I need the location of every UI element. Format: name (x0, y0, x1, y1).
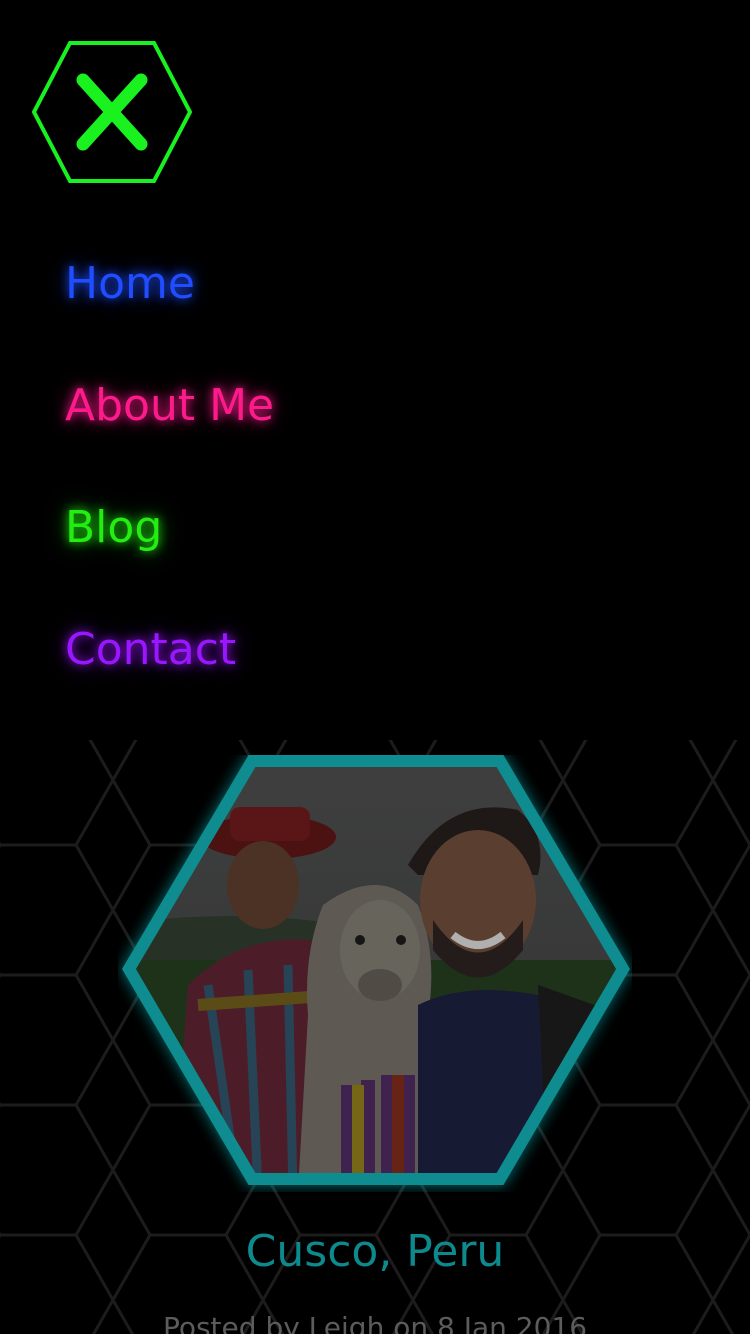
post-photo (120, 755, 632, 1186)
menu-item-home[interactable]: Home (65, 254, 195, 314)
post-thumbnail[interactable] (118, 755, 632, 1192)
menu-item-contact[interactable]: Contact (65, 620, 236, 680)
menu-item-about-me[interactable]: About Me (65, 376, 274, 436)
close-menu-button[interactable] (30, 40, 194, 184)
post-meta: Posted by Leigh on 8 Jan 2016 (162, 1311, 588, 1334)
close-x-hexagon-icon (31, 41, 193, 183)
menu-item-blog[interactable]: Blog (65, 498, 162, 558)
post-title[interactable]: Cusco, Peru (0, 1222, 750, 1282)
